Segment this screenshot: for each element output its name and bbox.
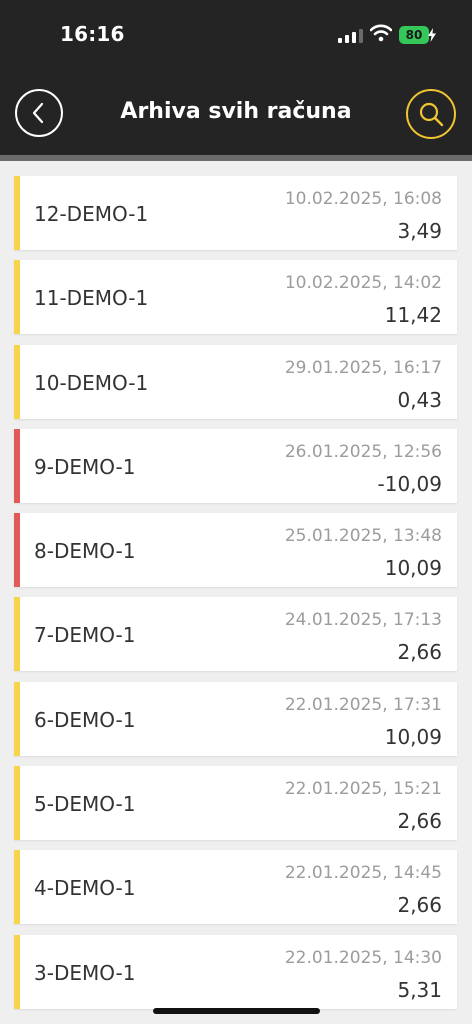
status-accent-bar bbox=[14, 176, 20, 250]
receipt-amount: 2,66 bbox=[397, 640, 442, 665]
status-accent-bar bbox=[14, 428, 20, 503]
receipt-amount: 2,66 bbox=[397, 893, 442, 918]
status-accent-bar bbox=[14, 344, 20, 419]
receipt-number: 3-DEMO-1 bbox=[34, 960, 136, 985]
battery-indicator: 80 bbox=[399, 26, 429, 44]
page-title: Arhiva svih računa bbox=[120, 99, 352, 124]
receipt-number: 12-DEMO-1 bbox=[34, 202, 149, 226]
receipt-card[interactable]: 4-DEMO-1 22.01.2025, 14:45 2,66 bbox=[14, 850, 457, 925]
receipt-card[interactable]: 10-DEMO-1 29.01.2025, 16:17 0,43 bbox=[14, 344, 457, 419]
header-divider bbox=[0, 155, 472, 161]
receipt-number: 7-DEMO-1 bbox=[34, 623, 136, 648]
receipt-date: 22.01.2025, 14:30 bbox=[284, 947, 442, 968]
receipt-card[interactable]: 11-DEMO-1 10.02.2025, 14:02 11,42 bbox=[14, 260, 457, 335]
receipt-date: 26.01.2025, 12:56 bbox=[284, 441, 442, 462]
receipt-amount: 10,09 bbox=[384, 724, 442, 749]
receipt-date: 22.01.2025, 17:31 bbox=[284, 694, 442, 715]
status-accent-bar bbox=[14, 766, 20, 841]
cellular-signal-icon bbox=[338, 29, 363, 43]
receipt-number: 9-DEMO-1 bbox=[34, 454, 136, 479]
receipt-number: 6-DEMO-1 bbox=[34, 707, 136, 732]
receipt-date: 24.01.2025, 17:13 bbox=[284, 610, 442, 631]
receipt-list: 12-DEMO-1 10.02.2025, 16:08 3,49 11-DEMO-1 1… bbox=[0, 176, 472, 1019]
receipt-amount: 2,66 bbox=[397, 809, 442, 834]
app-header: 16:16 80 Arhiva svih računa bbox=[0, 0, 472, 155]
receipt-amount: 5,31 bbox=[397, 977, 442, 1002]
receipt-card[interactable]: 7-DEMO-1 24.01.2025, 17:13 2,66 bbox=[14, 597, 457, 672]
receipt-amount: 0,43 bbox=[397, 387, 442, 412]
receipt-date: 10.02.2025, 14:02 bbox=[284, 273, 442, 294]
status-accent-bar bbox=[14, 260, 20, 335]
status-time: 16:16 bbox=[60, 22, 125, 46]
status-accent-bar bbox=[14, 597, 20, 672]
receipt-card[interactable]: 8-DEMO-1 25.01.2025, 13:48 10,09 bbox=[14, 513, 457, 588]
receipt-amount: 10,09 bbox=[384, 556, 442, 581]
receipt-date: 25.01.2025, 13:48 bbox=[284, 526, 442, 547]
status-accent-bar bbox=[14, 681, 20, 756]
receipt-number: 11-DEMO-1 bbox=[34, 286, 149, 311]
receipt-amount: 3,49 bbox=[397, 219, 442, 243]
receipt-card[interactable]: 3-DEMO-1 22.01.2025, 14:30 5,31 bbox=[14, 934, 457, 1009]
receipt-date: 29.01.2025, 16:17 bbox=[284, 357, 442, 378]
status-accent-bar bbox=[14, 850, 20, 925]
chevron-left-icon bbox=[32, 102, 44, 124]
wifi-icon bbox=[370, 24, 392, 42]
receipt-card[interactable]: 12-DEMO-1 10.02.2025, 16:08 3,49 bbox=[14, 176, 457, 250]
receipt-date: 10.02.2025, 16:08 bbox=[284, 189, 442, 209]
status-accent-bar bbox=[14, 934, 20, 1009]
receipt-amount: 11,42 bbox=[384, 303, 442, 328]
back-button[interactable] bbox=[15, 89, 63, 137]
receipt-amount: -10,09 bbox=[377, 471, 442, 496]
search-icon bbox=[419, 102, 444, 127]
receipt-card[interactable]: 9-DEMO-1 26.01.2025, 12:56 -10,09 bbox=[14, 428, 457, 503]
battery-level: 80 bbox=[405, 28, 423, 42]
receipt-card[interactable]: 5-DEMO-1 22.01.2025, 15:21 2,66 bbox=[14, 766, 457, 841]
receipt-date: 22.01.2025, 15:21 bbox=[284, 779, 442, 800]
receipt-number: 4-DEMO-1 bbox=[34, 876, 136, 901]
charging-bolt-icon bbox=[428, 28, 436, 42]
search-button[interactable] bbox=[406, 89, 456, 139]
receipt-number: 8-DEMO-1 bbox=[34, 539, 136, 564]
receipt-date: 22.01.2025, 14:45 bbox=[284, 863, 442, 884]
receipt-archive-screen: 16:16 80 Arhiva svih računa 12-DEMO-1 10… bbox=[0, 0, 472, 1024]
receipt-number: 5-DEMO-1 bbox=[34, 792, 136, 817]
home-indicator[interactable] bbox=[153, 1008, 320, 1014]
status-accent-bar bbox=[14, 513, 20, 588]
receipt-number: 10-DEMO-1 bbox=[34, 370, 149, 395]
receipt-card[interactable]: 6-DEMO-1 22.01.2025, 17:31 10,09 bbox=[14, 681, 457, 756]
